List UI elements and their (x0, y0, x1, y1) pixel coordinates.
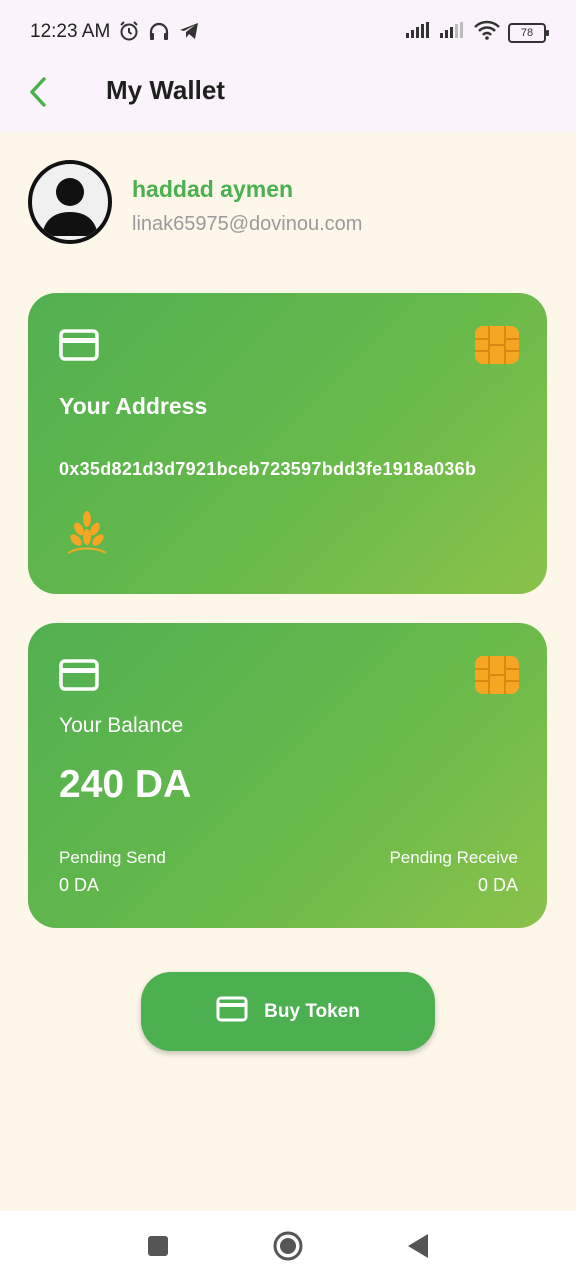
triangle-back-icon (408, 1234, 428, 1258)
pending-send-value: 0 DA (59, 875, 100, 895)
user-silhouette-icon (42, 178, 98, 236)
chevron-left-icon (26, 76, 50, 113)
wallet-address[interactable]: 0x35d821d3d7921bceb723597bdd3fe1918a036b (59, 459, 517, 480)
address-heading: Your Address (59, 393, 208, 419)
credit-card-icon (216, 996, 248, 1027)
pending-receive-value: 0 DA (477, 875, 518, 895)
alarm-icon (118, 20, 140, 47)
user-email: linak65975@dovinou.com (132, 213, 363, 235)
balance-label: Your Balance (59, 714, 184, 737)
credit-card-icon (59, 659, 99, 691)
avatar[interactable] (28, 160, 112, 244)
user-name: haddad aymen (132, 176, 294, 202)
circle-icon (273, 1231, 303, 1261)
page-title: My Wallet (106, 75, 225, 105)
buy-token-label: Buy Token (264, 1000, 360, 1022)
balance-card: Your Balance 240 DA Pending Send 0 DA Pe… (28, 623, 547, 928)
system-nav-bar (0, 1211, 576, 1280)
chip-icon (475, 326, 519, 364)
wheat-icon (66, 509, 108, 559)
signal-icon (440, 22, 466, 43)
buy-token-button[interactable]: Buy Token (141, 972, 435, 1051)
home-button[interactable] (273, 1231, 303, 1261)
wifi-icon (474, 20, 500, 45)
app-bar: My Wallet (0, 64, 576, 132)
status-bar: 12:23 AM 78 (0, 0, 576, 64)
credit-card-icon (59, 329, 99, 361)
balance-amount: 240 DA (59, 763, 192, 806)
telegram-icon (178, 20, 200, 47)
pending-send-label: Pending Send (59, 848, 166, 867)
signal-icon (406, 22, 432, 43)
battery-icon: 78 (508, 22, 549, 43)
headphones-icon (148, 20, 170, 47)
back-button[interactable] (18, 74, 58, 114)
address-card: Your Address 0x35d821d3d7921bceb723597bd… (28, 293, 547, 594)
profile-section: haddad aymen linak65975@dovinou.com (28, 160, 548, 250)
back-nav-button[interactable] (403, 1231, 433, 1261)
chip-icon (475, 656, 519, 694)
pending-receive-label: Pending Receive (389, 848, 518, 867)
status-time: 12:23 AM (30, 21, 111, 42)
recent-apps-button[interactable] (143, 1231, 173, 1261)
square-icon (148, 1236, 168, 1256)
